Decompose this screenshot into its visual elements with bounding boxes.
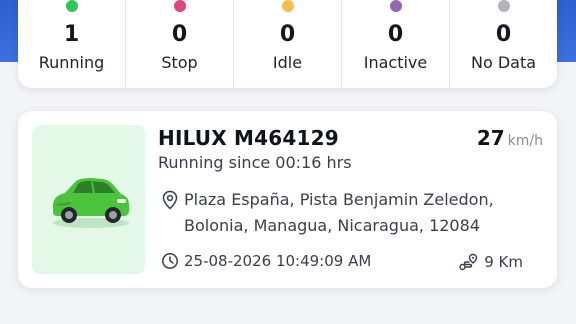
stat-count: 0 [171, 22, 188, 47]
distance-value: 9 Km [484, 253, 523, 271]
stat-count: 1 [63, 22, 80, 47]
stat-label: Running [38, 53, 105, 72]
stat-label: Stop [161, 53, 198, 72]
stat-count: 0 [387, 22, 404, 47]
vehicle-name: HILUX M464129 [158, 126, 339, 150]
address-line-2: Bolonia, Managua, Nicaragua, 12084 [184, 216, 480, 235]
stat-count: 0 [279, 22, 296, 47]
stat-running[interactable]: 1 Running [18, 0, 125, 88]
stop-dot-icon [173, 0, 186, 12]
stat-label: No Data [470, 53, 537, 72]
address-row: Plaza España, Pista Benjamin Zeledon, Bo… [161, 187, 541, 239]
status-summary-card: 1 Running 0 Stop 0 Idle 0 Inactive 0 No … [18, 0, 557, 88]
stat-no-data[interactable]: 0 No Data [449, 0, 557, 88]
vehicle-card[interactable]: HILUX M464129 27 km/h Running since 00:1… [18, 111, 557, 288]
location-pin-icon [161, 187, 179, 213]
idle-dot-icon [281, 0, 294, 12]
distance-row: 9 Km [458, 252, 523, 272]
timestamp-row: 25-08-2026 10:49:09 AM [161, 252, 371, 270]
stat-stop[interactable]: 0 Stop [125, 0, 233, 88]
speed-readout: 27 km/h [477, 126, 543, 150]
address-line-1: Plaza España, Pista Benjamin Zeledon, [184, 190, 494, 209]
running-status: Running since 00:16 hrs [158, 153, 352, 172]
running-dot-icon [65, 0, 78, 12]
timestamp: 25-08-2026 10:49:09 AM [184, 252, 372, 270]
address-text: Plaza España, Pista Benjamin Zeledon, Bo… [184, 187, 494, 239]
stat-inactive[interactable]: 0 Inactive [341, 0, 449, 88]
stat-label: Idle [272, 53, 303, 72]
speed-value: 27 [476, 126, 505, 150]
inactive-dot-icon [389, 0, 402, 12]
route-icon [458, 252, 478, 272]
no-data-dot-icon [497, 0, 510, 12]
car-thumbnail [32, 125, 145, 274]
car-icon [52, 177, 129, 228]
stat-label: Inactive [363, 53, 428, 72]
clock-icon [161, 252, 179, 270]
stat-idle[interactable]: 0 Idle [233, 0, 341, 88]
speed-unit: km/h [507, 133, 543, 149]
stat-count: 0 [495, 22, 512, 47]
